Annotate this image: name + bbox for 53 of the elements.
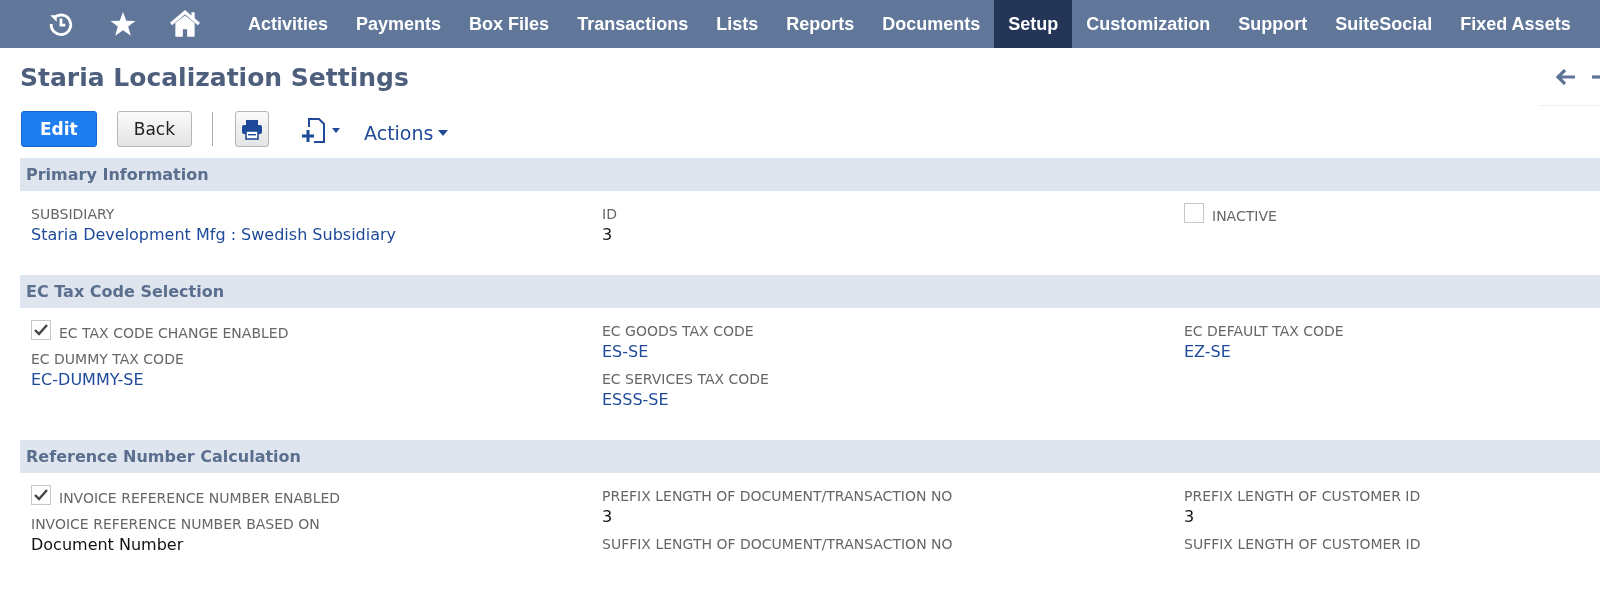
field-label: SUFFIX LENGTH OF DOCUMENT/TRANSACTION NO [602, 535, 954, 553]
field-value-link[interactable]: ES-SE [602, 340, 1184, 364]
nav-tab[interactable]: Fixed Assets [1446, 0, 1585, 48]
print-button[interactable] [235, 111, 270, 147]
field-label: INACTIVE [1212, 207, 1277, 225]
field-label: EC TAX CODE CHANGE ENABLED [59, 324, 289, 342]
field-label: SUFFIX LENGTH OF CUSTOMER ID [1184, 535, 1422, 553]
back-arrow-icon[interactable] [1556, 68, 1576, 85]
field-label: PREFIX LENGTH OF DOCUMENT/TRANSACTION NO [602, 487, 954, 505]
nav-tab[interactable]: Lists [702, 0, 773, 48]
checkbox[interactable] [1184, 203, 1204, 223]
nav-tab[interactable]: Activities [234, 0, 343, 48]
nav-tab[interactable]: Documents [868, 0, 995, 48]
section-header: EC Tax Code Selection [20, 275, 1600, 308]
field-value: Document Number [31, 534, 185, 556]
field-value-link[interactable]: EC-DUMMY-SE [31, 368, 602, 392]
nav-tab[interactable]: Payments [342, 0, 456, 48]
field-value: 3 [1184, 506, 1196, 528]
nav-tab[interactable]: Reports [772, 0, 869, 48]
field-value-link[interactable]: Staria Development Mfg : Swedish Subsidiary [31, 223, 602, 247]
field-label: ID [602, 205, 618, 223]
field-label: EC DEFAULT TAX CODE [1184, 322, 1345, 340]
nav-tab[interactable]: Setup [994, 0, 1073, 48]
section-header: Primary Information [20, 158, 1600, 191]
checkbox[interactable] [31, 485, 51, 505]
nav-tab[interactable]: Transactions [563, 0, 703, 48]
nav-tab[interactable]: Customization [1072, 0, 1225, 48]
field-label: INVOICE REFERENCE NUMBER ENABLED [59, 489, 341, 507]
caret-icon [438, 130, 449, 136]
edit-button[interactable]: Edit [21, 111, 97, 147]
home-icon[interactable] [170, 10, 200, 38]
star-icon[interactable] [110, 11, 136, 37]
section-header: Reference Number Calculation [20, 440, 1600, 473]
field-label: EC SERVICES TAX CODE [602, 370, 770, 388]
actions-menu[interactable]: Actions [364, 122, 449, 144]
field-label: INVOICE REFERENCE NUMBER BASED ON [31, 515, 321, 533]
nav-tab[interactable]: Support [1224, 0, 1322, 48]
nav-tab[interactable]: SuiteSocial [1321, 0, 1447, 48]
new-document-icon[interactable] [301, 118, 342, 144]
field-label: EC DUMMY TAX CODE [31, 350, 185, 368]
nav-tab[interactable]: Box Files [455, 0, 564, 48]
checkbox[interactable] [31, 320, 51, 340]
back-button[interactable]: Back [116, 111, 193, 147]
field-value: 3 [602, 224, 614, 246]
recent-icon[interactable] [48, 11, 74, 37]
field-value: 3 [602, 506, 614, 528]
page-title: Staria Localization Settings [20, 62, 409, 92]
field-label: PREFIX LENGTH OF CUSTOMER ID [1184, 487, 1422, 505]
printer-icon [241, 118, 264, 140]
field-value-link[interactable]: EZ-SE [1184, 340, 1600, 364]
field-label: SUBSIDIARY [31, 205, 116, 223]
field-value-link[interactable]: ESSS-SE [602, 388, 1184, 412]
field-label: EC GOODS TAX CODE [602, 322, 755, 340]
